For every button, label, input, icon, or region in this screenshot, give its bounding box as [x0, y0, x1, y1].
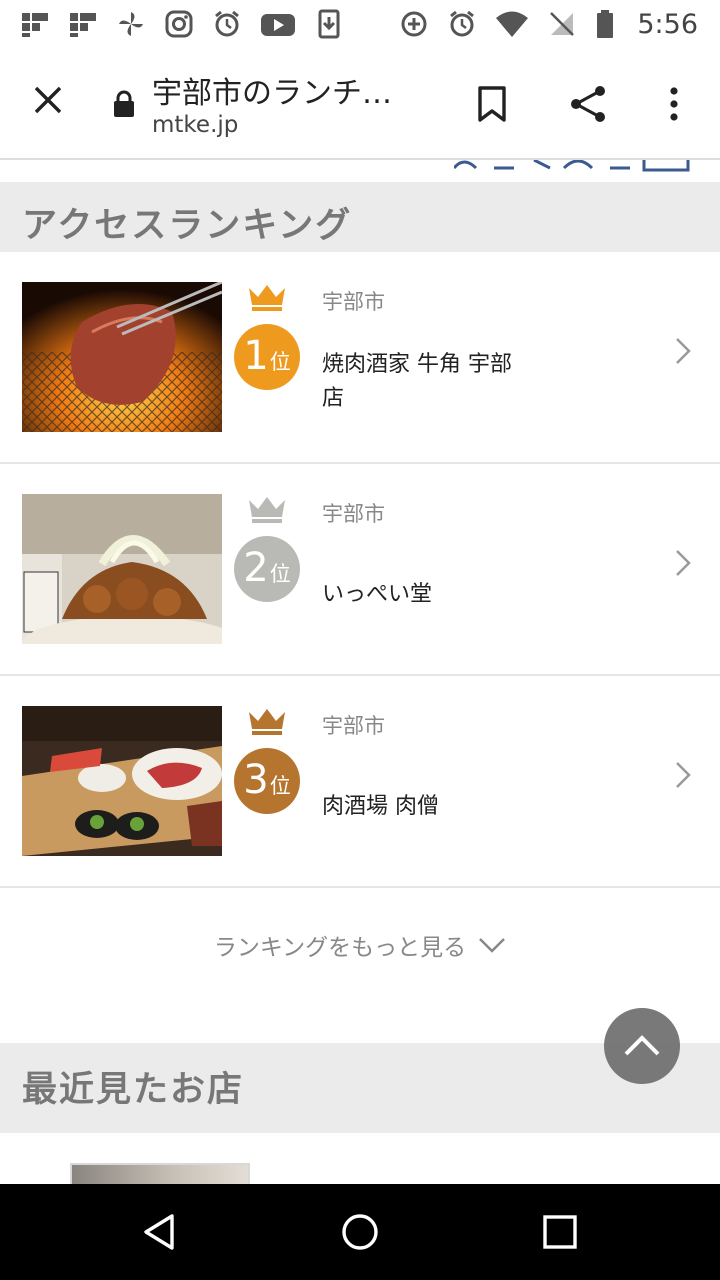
chevron-up-icon [624, 1035, 660, 1056]
chevron-right-icon [676, 762, 691, 788]
page-title[interactable]: 宇部市のランチ… [152, 68, 392, 112]
status-system-icons: 5:56 [399, 9, 698, 40]
share-icon [571, 86, 605, 122]
no-sim-icon [547, 9, 577, 39]
more-ranking-link[interactable]: ランキングをもっと見る [0, 920, 720, 970]
wifi-icon [495, 9, 529, 39]
previous-section-peek [0, 160, 720, 182]
shop-area: 宇部市 [322, 714, 385, 738]
home-button[interactable] [338, 1210, 382, 1254]
youtube-icon [260, 9, 296, 39]
recents-icon [543, 1215, 577, 1249]
share-button[interactable] [566, 80, 610, 128]
flipboard-icon [68, 9, 98, 39]
crown-icon [249, 497, 285, 523]
access-ranking-header: アクセスランキング [0, 182, 720, 252]
ranking-item-2[interactable]: 2位 宇部市 いっぺい堂 [0, 464, 720, 676]
alarm-icon [447, 9, 477, 39]
back-icon [144, 1214, 174, 1250]
download-icon [314, 9, 344, 39]
access-ranking-title: アクセスランキング [22, 206, 353, 246]
status-notification-icons [20, 9, 344, 39]
battery-icon [595, 9, 615, 39]
chevron-right-icon [676, 550, 691, 576]
rank-badge: 2位 [234, 536, 300, 602]
scroll-to-top-button[interactable] [604, 1008, 680, 1084]
home-icon [342, 1214, 378, 1250]
chevron-right-icon [676, 338, 691, 364]
shop-name[interactable]: 肉酒場 肉僧 [322, 790, 522, 824]
crown-icon [249, 285, 285, 311]
close-tab-button[interactable] [26, 78, 70, 122]
instagram-icon [164, 9, 194, 39]
shop-name[interactable]: 焼肉酒家 牛角 宇部店 [322, 348, 522, 416]
system-nav-bar [0, 1184, 720, 1280]
more-menu-button[interactable] [654, 80, 694, 128]
grilled-meat-photo [22, 282, 222, 432]
lock-icon [114, 90, 134, 117]
rank-badge: 1位 [234, 324, 300, 390]
shop-area: 宇部市 [322, 502, 385, 526]
more-vert-icon [670, 87, 678, 121]
back-button[interactable] [138, 1210, 182, 1254]
url-host[interactable]: mtke.jp [152, 112, 238, 138]
crown-icon [249, 709, 285, 735]
shop-name[interactable]: いっぺい堂 [322, 578, 522, 612]
chevron-down-icon [479, 938, 506, 953]
status-clock: 5:56 [637, 8, 698, 40]
previous-section-link-cutoff [452, 160, 694, 182]
browser-toolbar: 宇部市のランチ… mtke.jp [0, 48, 720, 160]
data-saver-icon [399, 9, 429, 39]
shop-area: 宇部市 [322, 290, 385, 314]
more-ranking-label: ランキングをもっと見る [213, 935, 467, 961]
fried-chicken-photo [22, 494, 222, 644]
bookmark-icon [478, 86, 506, 122]
ranking-item-3[interactable]: 3位 宇部市 肉酒場 肉僧 [0, 676, 720, 888]
alarm-icon [212, 9, 242, 39]
recent-shop-photo[interactable] [70, 1163, 250, 1184]
bookmark-button[interactable] [470, 80, 514, 128]
pinwheel-icon [116, 9, 146, 39]
meat-platter-photo [22, 706, 222, 856]
flipboard-icon [20, 9, 50, 39]
ranking-item-1[interactable]: 1位 宇部市 焼肉酒家 牛角 宇部店 [0, 252, 720, 464]
status-bar: 5:56 [0, 0, 720, 48]
close-icon [34, 86, 62, 114]
rank-badge: 3位 [234, 748, 300, 814]
recently-viewed-title: 最近見たお店 [22, 1069, 245, 1110]
recents-button[interactable] [538, 1210, 582, 1254]
